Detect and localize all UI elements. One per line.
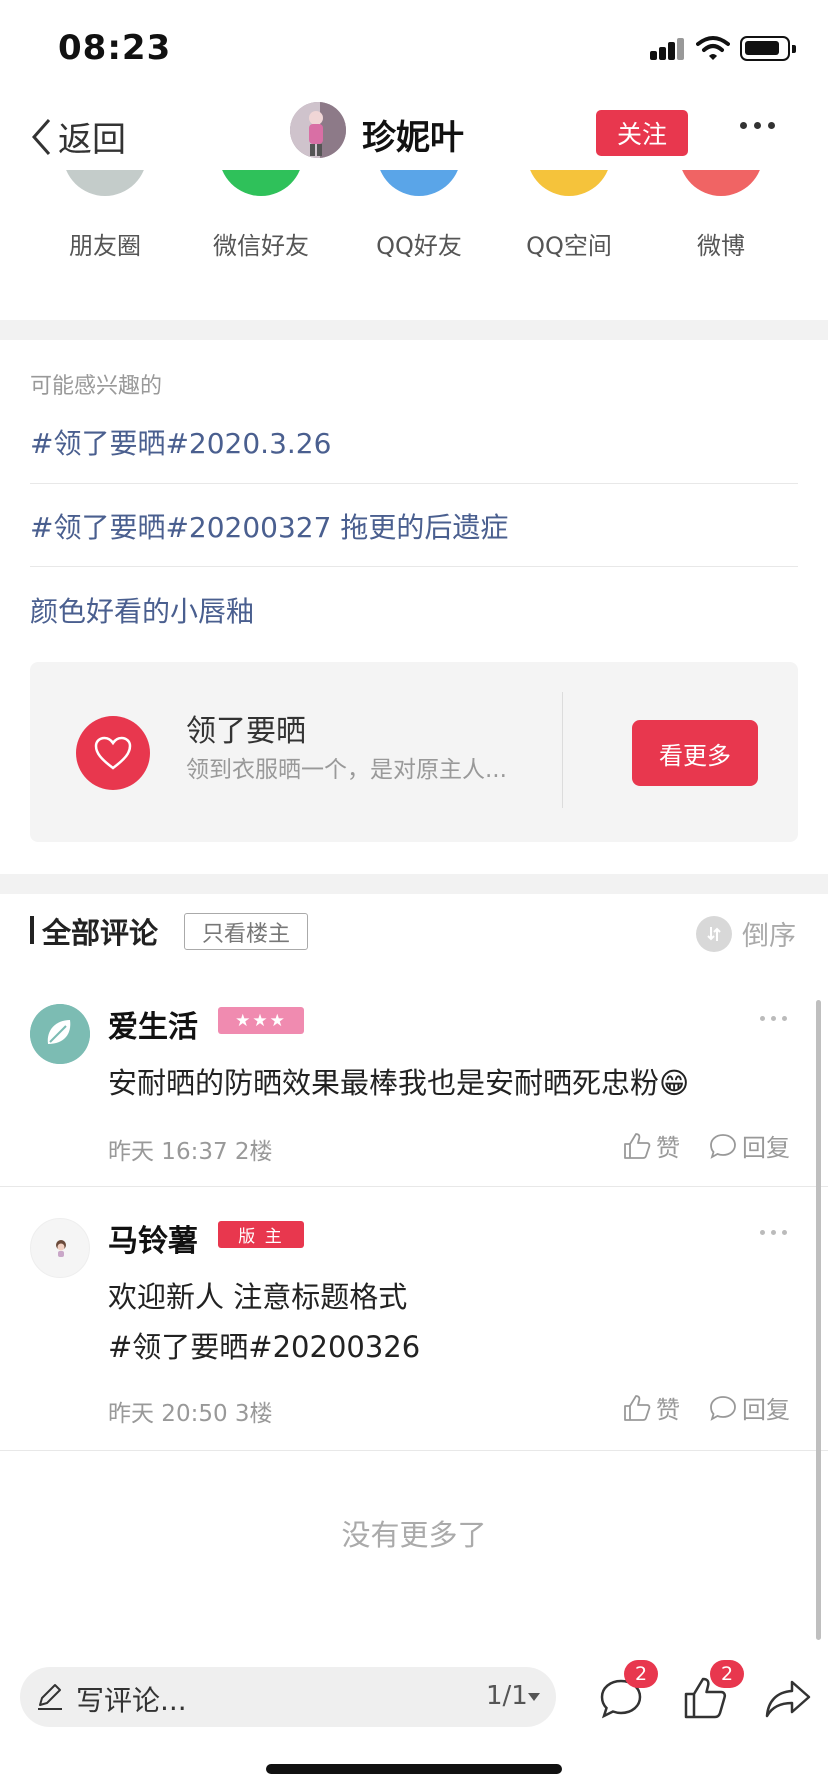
section-divider — [0, 874, 828, 894]
input-placeholder: 写评论... — [76, 1684, 187, 1717]
qq-icon — [377, 170, 461, 196]
like-label: 赞 — [656, 1396, 680, 1424]
pencil-icon — [38, 1684, 62, 1710]
more-icon[interactable] — [760, 1016, 787, 1021]
signal-icon — [650, 36, 692, 60]
wechat-icon — [219, 170, 303, 196]
topic-link[interactable]: 颜色好看的小唇釉 — [30, 590, 798, 630]
nav-bar: 返回 珍妮叶 关注 — [0, 96, 828, 170]
user-name: 珍妮叶 — [362, 118, 464, 158]
follow-button[interactable]: 关注 — [596, 110, 688, 156]
sort-icon — [696, 915, 732, 952]
sort-label: 倒序 — [742, 921, 796, 952]
sort-reverse-button[interactable]: 倒序 — [696, 914, 796, 953]
more-icon[interactable] — [740, 122, 775, 129]
share-label: QQ空间 — [526, 232, 612, 260]
divider — [0, 1186, 828, 1187]
like-label: 赞 — [656, 1134, 680, 1162]
user-avatar[interactable] — [290, 102, 346, 158]
thumbs-up-icon — [624, 1394, 651, 1421]
comment-author[interactable]: 马铃薯 — [108, 1216, 198, 1260]
qzone-icon — [527, 170, 611, 196]
reply-label: 回复 — [742, 1134, 790, 1162]
divider — [562, 692, 563, 808]
comment-icon — [710, 1133, 736, 1159]
share-button[interactable] — [764, 1678, 812, 1724]
see-more-button[interactable]: 看更多 — [632, 720, 758, 786]
divider — [30, 566, 798, 567]
header-accent-bar — [30, 916, 34, 944]
like-post-button[interactable]: 2 — [682, 1660, 744, 1726]
caret-down-icon — [528, 1693, 540, 1701]
avatar[interactable] — [30, 1218, 90, 1278]
like-button[interactable]: 赞 — [622, 1128, 680, 1163]
divider — [0, 1450, 828, 1451]
back-button[interactable]: 返回 — [30, 112, 126, 161]
comments-title: 全部评论 — [42, 916, 159, 950]
share-label: 朋友圈 — [69, 232, 141, 260]
weibo-icon — [679, 170, 763, 196]
avatar[interactable] — [30, 1004, 90, 1064]
comment-text: 安耐晒的防晒效果最棒我也是安耐晒死忠粉😁 — [108, 1066, 690, 1100]
comment-icon — [710, 1395, 736, 1421]
comment-input[interactable]: 写评论... 1/1 — [20, 1667, 556, 1727]
card-title: 领了要晒 — [186, 714, 306, 749]
comments-button[interactable]: 2 — [598, 1660, 658, 1726]
comment-meta: 昨天 16:37 2楼 — [108, 1139, 273, 1165]
comment-text: #领了要晒#20200326 — [108, 1330, 421, 1364]
chevron-left-icon — [31, 118, 51, 155]
level-badge: ★★★ — [218, 1007, 304, 1034]
heart-icon — [76, 716, 150, 790]
status-bar: 08:23 — [0, 0, 828, 96]
interests-title: 可能感兴趣的 — [30, 374, 163, 399]
status-time: 08:23 — [58, 28, 172, 68]
no-more-text: 没有更多了 — [341, 1518, 487, 1552]
scrollbar[interactable] — [816, 1000, 821, 1640]
reply-button[interactable]: 回复 — [708, 1390, 790, 1425]
home-indicator — [266, 1764, 562, 1774]
avatar-image — [290, 102, 346, 158]
share-label: QQ好友 — [376, 232, 462, 260]
thumbs-up-icon — [624, 1132, 651, 1159]
like-button[interactable]: 赞 — [622, 1390, 680, 1425]
comment-author[interactable]: 爱生活 — [108, 1002, 198, 1046]
divider — [30, 483, 798, 484]
share-icon — [765, 1680, 811, 1718]
more-icon[interactable] — [760, 1230, 787, 1235]
topic-link[interactable]: #领了要晒#20200327 拖更的后遗症 — [30, 506, 798, 546]
back-label: 返回 — [58, 120, 126, 160]
comment-meta: 昨天 20:50 3楼 — [108, 1401, 273, 1427]
card-subtitle: 领到衣服晒一个，是对原主人... — [186, 757, 507, 783]
page-indicator[interactable]: 1/1 — [486, 1681, 528, 1711]
topic-card[interactable]: 领了要晒 领到衣服晒一个，是对原主人... 看更多 — [30, 662, 798, 842]
wifi-icon — [696, 36, 730, 60]
share-row: 朋友圈 微信好友 QQ好友 QQ空间 微博 — [0, 170, 828, 320]
moments-icon — [63, 170, 147, 196]
reply-button[interactable]: 回复 — [708, 1128, 790, 1163]
comment-text: 欢迎新人 注意标题格式 — [108, 1280, 408, 1314]
section-divider — [0, 320, 828, 340]
moderator-badge: 版 主 — [218, 1221, 304, 1248]
topic-link[interactable]: #领了要晒#2020.3.26 — [30, 422, 798, 462]
battery-icon — [740, 36, 796, 61]
like-count-badge: 2 — [710, 1660, 744, 1688]
share-label: 微博 — [697, 232, 745, 260]
owner-only-button[interactable]: 只看楼主 — [184, 913, 308, 950]
share-label: 微信好友 — [213, 232, 309, 260]
reply-label: 回复 — [742, 1396, 790, 1424]
comment-count-badge: 2 — [624, 1660, 658, 1688]
